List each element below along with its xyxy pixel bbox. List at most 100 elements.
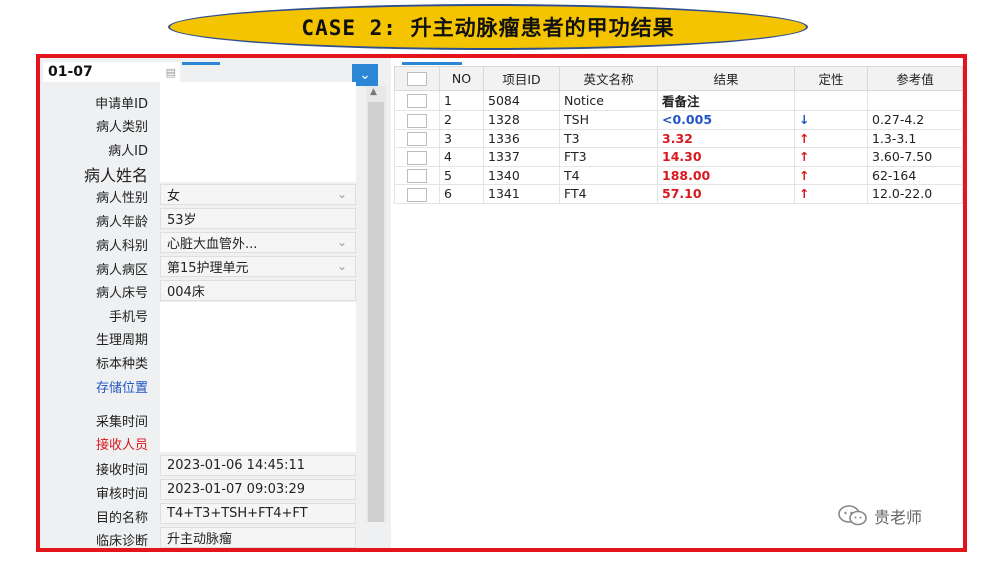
patient-info-panel: 01-07 ▤ ⌄ 申请单ID 病人类别 病人ID 病人姓名 病人性别 病人年龄…	[40, 58, 391, 548]
table-header-row: NO 项目ID 英文名称 结果 定性 参考值	[394, 66, 963, 91]
bed-value: 004床	[167, 285, 205, 300]
label-request-id: 申请单ID	[95, 97, 148, 112]
checkbox[interactable]	[407, 94, 427, 109]
up-arrow-icon: ↑	[794, 147, 868, 167]
row-checkbox-cell[interactable]	[394, 90, 440, 111]
scroll-up-icon[interactable]: ▲	[370, 87, 377, 97]
cell-name: Notice	[559, 90, 658, 111]
table-row[interactable]: 6 1341 FT4 57.10 ↑ 12.0-22.0	[394, 184, 963, 204]
up-arrow-icon: ↑	[794, 184, 868, 204]
cell-no: 1	[439, 90, 484, 111]
cell-name: TSH	[559, 110, 658, 130]
cell-flag	[794, 90, 868, 111]
down-arrow-icon: ↓	[794, 110, 868, 130]
cell-no: 2	[439, 110, 484, 130]
checkbox[interactable]	[407, 113, 427, 128]
col-item-id[interactable]: 项目ID	[483, 66, 560, 91]
review-time-field[interactable]: 2023-01-07 09:03:29	[160, 479, 356, 500]
label-patient-name: 病人姓名	[83, 166, 148, 185]
watermark: 贵老师	[838, 504, 922, 528]
up-arrow-icon: ↑	[794, 165, 868, 185]
row-checkbox-cell[interactable]	[394, 110, 440, 130]
row-checkbox-cell[interactable]	[394, 128, 440, 148]
chevron-down-icon: ⌄	[336, 235, 347, 249]
calendar-icon[interactable]: ▤	[166, 66, 180, 79]
bed-field[interactable]: 004床	[160, 280, 356, 301]
wechat-icon	[838, 505, 867, 526]
row-checkbox-cell[interactable]	[394, 147, 440, 167]
sex-select[interactable]: 女 ⌄	[160, 184, 356, 205]
col-eng-name[interactable]: 英文名称	[559, 66, 658, 91]
ward-value: 第15护理单元	[167, 261, 249, 276]
table-row[interactable]: 1 5084 Notice 看备注	[394, 90, 963, 111]
cell-ref: 12.0-22.0	[867, 184, 963, 204]
ward-select[interactable]: 第15护理单元 ⌄	[160, 256, 356, 277]
cell-id: 5084	[483, 90, 560, 111]
results-panel: NO 项目ID 英文名称 结果 定性 参考值 1 5084 Notice 看备注	[394, 58, 963, 548]
label-patient-id: 病人ID	[108, 144, 148, 159]
receive-time-field[interactable]: 2023-01-06 14:45:11	[160, 455, 356, 476]
cell-name: FT4	[559, 184, 658, 204]
top-values-area[interactable]	[160, 82, 356, 182]
table-row[interactable]: 2 1328 TSH <0.005 ↓ 0.27-4.2	[394, 110, 963, 130]
chevron-down-icon: ⌄	[336, 259, 347, 273]
cell-id: 1328	[483, 110, 560, 130]
label-receive-time: 接收时间	[95, 463, 148, 478]
review-time-value: 2023-01-07 09:03:29	[167, 482, 306, 497]
sex-value: 女	[167, 189, 181, 204]
cell-result: 看备注	[657, 90, 795, 111]
chevron-down-icon: ⌄	[336, 187, 347, 201]
row-checkbox-cell[interactable]	[394, 165, 440, 185]
label-collect-time: 采集时间	[95, 415, 148, 430]
col-result[interactable]: 结果	[657, 66, 795, 91]
label-specimen: 标本种类	[95, 357, 148, 372]
label-sex: 病人性别	[95, 191, 148, 206]
cell-no: 3	[439, 128, 484, 148]
select-all-header[interactable]	[394, 66, 440, 91]
age-field[interactable]: 53岁	[160, 208, 356, 229]
table-row[interactable]: 3 1336 T3 3.32 ↑ 1.3-3.1	[394, 128, 963, 148]
col-flag[interactable]: 定性	[794, 66, 868, 91]
checkbox[interactable]	[407, 187, 427, 202]
label-diagnosis: 临床诊断	[95, 534, 148, 549]
results-table: NO 项目ID 英文名称 结果 定性 参考值 1 5084 Notice 看备注	[394, 66, 963, 204]
cell-ref	[867, 90, 963, 111]
field-labels: 申请单ID 病人类别 病人ID 病人姓名 病人性别 病人年龄 病人科别 病人病区…	[40, 58, 158, 548]
lis-result-window: 01-07 ▤ ⌄ 申请单ID 病人类别 病人ID 病人姓名 病人性别 病人年龄…	[36, 54, 967, 552]
receive-time-value: 2023-01-06 14:45:11	[167, 458, 306, 473]
label-storage[interactable]: 存储位置	[96, 377, 148, 396]
cell-result: <0.005	[657, 110, 795, 130]
up-arrow-icon: ↑	[794, 128, 868, 148]
cell-name: T4	[559, 165, 658, 185]
cell-result: 188.00	[657, 165, 795, 185]
label-dept: 病人科别	[95, 239, 148, 254]
checkbox[interactable]	[407, 132, 427, 146]
checkbox[interactable]	[407, 169, 427, 183]
label-cycle: 生理周期	[95, 333, 148, 348]
table-row[interactable]: 4 1337 FT3 14.30 ↑ 3.60-7.50	[394, 147, 963, 167]
cell-id: 1336	[483, 128, 560, 148]
purpose-value: T4+T3+TSH+FT4+FT	[167, 506, 308, 521]
vertical-scrollbar[interactable]: ▲	[366, 86, 386, 522]
cell-ref: 3.60-7.50	[867, 147, 963, 167]
middle-values-area[interactable]	[160, 302, 356, 452]
cell-no: 6	[439, 184, 484, 204]
label-patient-type: 病人类别	[95, 120, 148, 135]
scrollbar-thumb[interactable]	[368, 102, 384, 522]
cell-name: FT3	[559, 147, 658, 167]
purpose-field[interactable]: T4+T3+TSH+FT4+FT	[160, 503, 356, 524]
row-checkbox-cell[interactable]	[394, 184, 440, 204]
label-purpose: 目的名称	[95, 511, 148, 526]
label-review-time: 审核时间	[95, 487, 148, 502]
cell-result: 14.30	[657, 147, 795, 167]
col-reference[interactable]: 参考值	[867, 66, 963, 91]
diagnosis-field[interactable]: 升主动脉瘤	[160, 527, 356, 548]
label-age: 病人年龄	[95, 215, 148, 230]
dept-select[interactable]: 心脏大血管外... ⌄	[160, 232, 356, 253]
table-row[interactable]: 5 1340 T4 188.00 ↑ 62-164	[394, 165, 963, 185]
age-value: 53岁	[167, 213, 197, 228]
checkbox[interactable]	[407, 72, 427, 87]
checkbox[interactable]	[407, 150, 427, 165]
diagnosis-value: 升主动脉瘤	[167, 532, 233, 547]
col-no[interactable]: NO	[439, 66, 484, 91]
